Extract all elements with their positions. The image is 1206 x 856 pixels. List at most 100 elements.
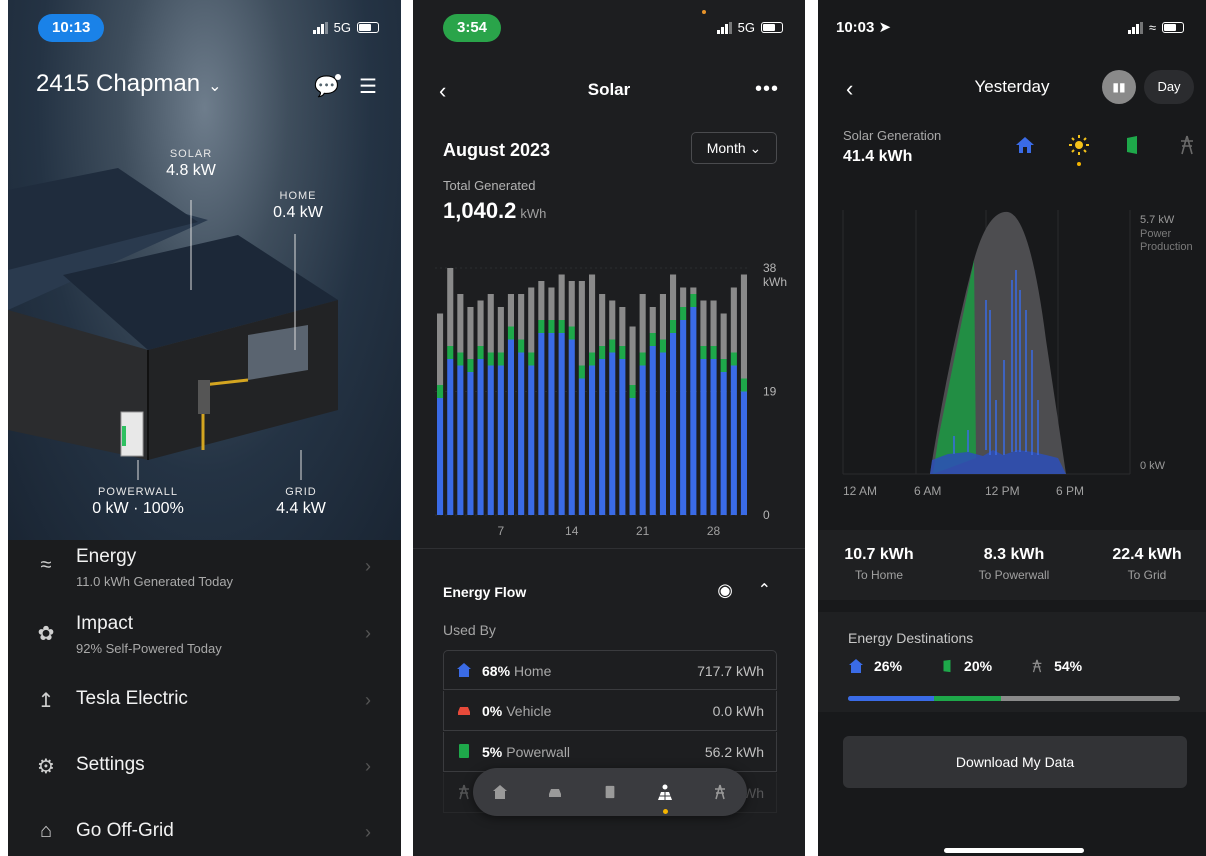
bar-segment[interactable] bbox=[599, 346, 606, 359]
bar-segment[interactable] bbox=[447, 268, 454, 346]
bar-segment[interactable] bbox=[609, 339, 616, 353]
bar-segment[interactable] bbox=[710, 359, 717, 515]
bar-segment[interactable] bbox=[477, 346, 484, 359]
tab-grid[interactable] bbox=[706, 778, 734, 806]
menu-item-go-off-grid[interactable]: ⌂ Go Off-Grid › bbox=[8, 802, 401, 856]
flow-row-vehicle[interactable]: 0% Vehicle 0.0 kWh bbox=[443, 691, 777, 731]
tab-vehicle[interactable] bbox=[541, 778, 569, 806]
powerwall-icon[interactable] bbox=[1122, 134, 1144, 156]
sun-icon[interactable] bbox=[1068, 134, 1090, 166]
bar-segment[interactable] bbox=[467, 307, 474, 359]
chart-view-toggle[interactable]: ▮▮ bbox=[1102, 70, 1136, 104]
bar-segment[interactable] bbox=[710, 346, 717, 359]
flow-row-powerwall[interactable]: 5% Powerwall 56.2 kWh bbox=[443, 732, 777, 772]
bar-segment[interactable] bbox=[437, 313, 444, 386]
tab-home[interactable] bbox=[486, 778, 514, 806]
bar-segment[interactable] bbox=[710, 300, 717, 347]
bar-segment[interactable] bbox=[720, 372, 727, 515]
bar-segment[interactable] bbox=[558, 333, 565, 515]
bar-segment[interactable] bbox=[558, 274, 565, 321]
bar-segment[interactable] bbox=[609, 300, 616, 340]
bar-segment[interactable] bbox=[568, 281, 575, 327]
bar-segment[interactable] bbox=[497, 352, 504, 366]
bar-segment[interactable] bbox=[437, 385, 444, 398]
bar-segment[interactable] bbox=[700, 346, 707, 359]
bar-segment[interactable] bbox=[599, 359, 606, 515]
bar-segment[interactable] bbox=[720, 359, 727, 372]
bar-segment[interactable] bbox=[507, 339, 514, 516]
bar-segment[interactable] bbox=[477, 359, 484, 515]
bar-segment[interactable] bbox=[467, 372, 474, 515]
bar-segment[interactable] bbox=[599, 294, 606, 346]
tab-solar[interactable] bbox=[651, 778, 679, 814]
bar-segment[interactable] bbox=[467, 359, 474, 372]
bar-segment[interactable] bbox=[457, 352, 464, 366]
period-dropdown[interactable]: Month ⌄ bbox=[691, 132, 777, 164]
bar-segment[interactable] bbox=[507, 326, 514, 340]
home-icon[interactable] bbox=[1014, 134, 1036, 156]
bar-segment[interactable] bbox=[457, 365, 464, 516]
bar-segment[interactable] bbox=[690, 307, 697, 515]
menu-item-energy[interactable]: ≈ Energy 11.0 kWh Generated Today › bbox=[8, 536, 401, 602]
menu-item-impact[interactable]: ✿ Impact 92% Self-Powered Today › bbox=[8, 603, 401, 669]
bar-segment[interactable] bbox=[497, 307, 504, 353]
bar-segment[interactable] bbox=[548, 320, 555, 333]
bar-segment[interactable] bbox=[589, 352, 596, 366]
hamburger-menu-icon[interactable]: ☰ bbox=[359, 74, 377, 99]
messages-icon[interactable]: 💬 bbox=[314, 74, 342, 99]
menu-item-tesla-electric[interactable]: ↥ Tesla Electric › bbox=[8, 670, 401, 736]
bar-segment[interactable] bbox=[730, 352, 737, 366]
bar-segment[interactable] bbox=[589, 274, 596, 353]
bar-segment[interactable] bbox=[680, 287, 687, 308]
bar-segment[interactable] bbox=[528, 352, 535, 366]
bar-segment[interactable] bbox=[518, 339, 525, 353]
bar-segment[interactable] bbox=[670, 320, 677, 333]
bar-segment[interactable] bbox=[690, 294, 697, 307]
bar-segment[interactable] bbox=[659, 294, 666, 340]
bar-segment[interactable] bbox=[528, 287, 535, 353]
bar-segment[interactable] bbox=[568, 326, 575, 340]
bar-segment[interactable] bbox=[690, 287, 697, 295]
tab-powerwall[interactable] bbox=[596, 778, 624, 806]
bar-segment[interactable] bbox=[629, 398, 636, 515]
bar-segment[interactable] bbox=[619, 307, 626, 346]
eye-icon[interactable]: ◉ bbox=[717, 580, 733, 601]
bar-segment[interactable] bbox=[720, 313, 727, 360]
bar-segment[interactable] bbox=[700, 300, 707, 347]
bar-segment[interactable] bbox=[659, 352, 666, 516]
bar-segment[interactable] bbox=[649, 346, 656, 515]
bar-segment[interactable] bbox=[578, 365, 585, 379]
daily-power-chart[interactable]: 5.7 kW Power Production 0 kW 12 AM 6 AM … bbox=[818, 200, 1206, 510]
bar-segment[interactable] bbox=[548, 333, 555, 515]
bar-segment[interactable] bbox=[578, 281, 585, 366]
bar-segment[interactable] bbox=[740, 378, 747, 392]
bar-segment[interactable] bbox=[659, 339, 666, 353]
bar-segment[interactable] bbox=[700, 359, 707, 515]
bar-segment[interactable] bbox=[518, 294, 525, 340]
monthly-solar-chart[interactable]: 38 19 0 kWh 7 14 21 28 bbox=[431, 250, 801, 540]
bar-segment[interactable] bbox=[558, 320, 565, 333]
bar-segment[interactable] bbox=[538, 333, 545, 515]
bar-segment[interactable] bbox=[629, 385, 636, 398]
bar-segment[interactable] bbox=[730, 287, 737, 353]
bar-segment[interactable] bbox=[629, 326, 636, 386]
bar-segment[interactable] bbox=[619, 359, 626, 515]
bar-segment[interactable] bbox=[518, 352, 525, 516]
bar-segment[interactable] bbox=[680, 320, 687, 515]
bar-segment[interactable] bbox=[548, 287, 555, 321]
bar-segment[interactable] bbox=[447, 346, 454, 359]
bar-segment[interactable] bbox=[507, 294, 514, 327]
bar-segment[interactable] bbox=[568, 339, 575, 516]
bar-segment[interactable] bbox=[740, 391, 747, 516]
site-selector[interactable]: 2415 Chapman ⌄ bbox=[36, 70, 222, 98]
bar-segment[interactable] bbox=[497, 365, 504, 516]
bar-segment[interactable] bbox=[649, 333, 656, 346]
bar-segment[interactable] bbox=[670, 333, 677, 515]
bar-segment[interactable] bbox=[740, 274, 747, 379]
bar-segment[interactable] bbox=[528, 365, 535, 516]
bar-segment[interactable] bbox=[457, 294, 464, 353]
bar-segment[interactable] bbox=[730, 365, 737, 516]
bar-segment[interactable] bbox=[538, 281, 545, 320]
flow-row-home[interactable]: 68% Home 717.7 kWh bbox=[443, 650, 777, 690]
grid-tower-icon[interactable] bbox=[1176, 134, 1198, 156]
